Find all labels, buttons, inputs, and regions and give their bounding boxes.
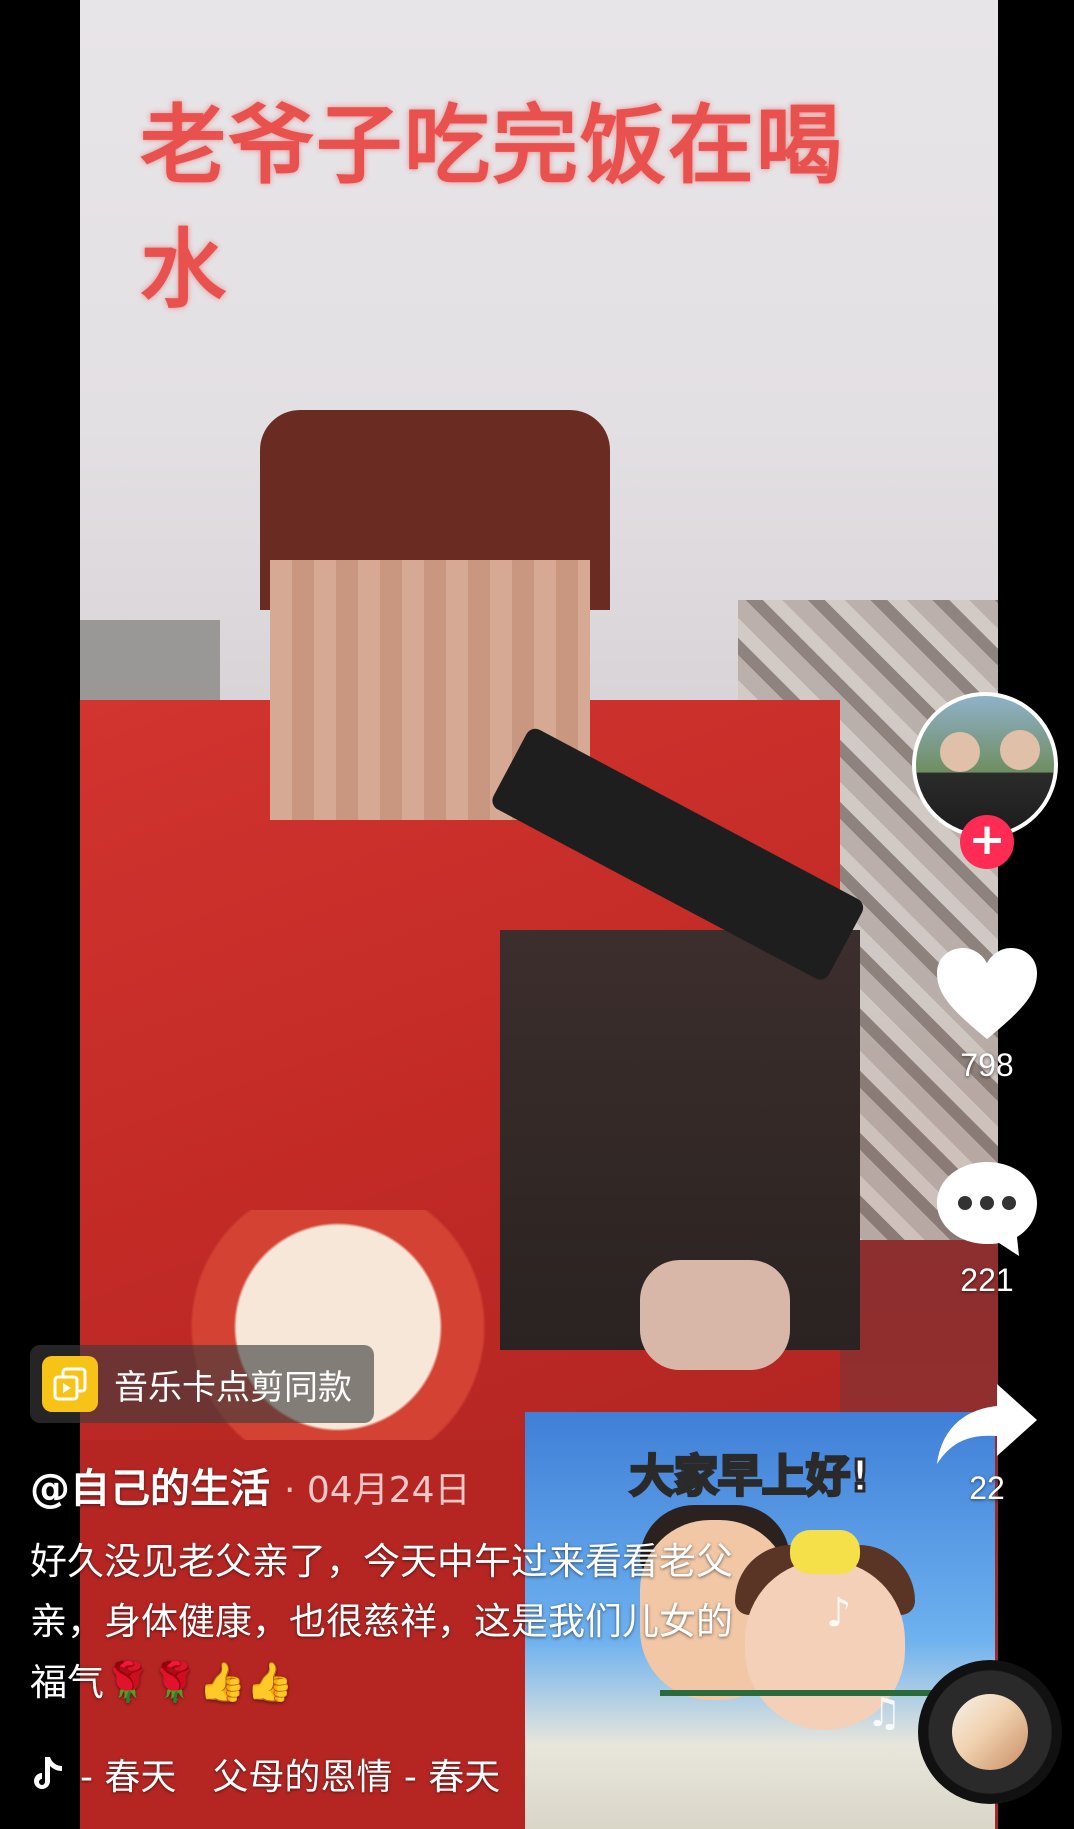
caption-emojis: 🌹🌹👍👍 [104,1660,294,1704]
avatar-person-2 [1000,730,1040,770]
share-button[interactable]: 22 [925,1380,1049,1507]
follow-button[interactable]: + [960,815,1014,869]
inset-girl-bow [790,1530,860,1574]
share-count: 22 [969,1470,1005,1506]
video-overlay-title: 老爷子吃完饭在喝水 [140,96,844,320]
template-chip-label: 音乐卡点剪同款 [114,1367,352,1408]
heart-icon [937,948,1037,1039]
share-icon [937,1384,1037,1464]
inset-title: 大家早上好! [628,1450,871,1504]
music-disc-button[interactable] [918,1660,1062,1804]
music-cover-art [952,1694,1028,1770]
music-note-icon: ♪ [826,1590,852,1636]
comment-button[interactable]: 221 [925,1158,1049,1299]
author-name[interactable]: @自己的生活 [30,1456,270,1514]
comment-count: 221 [960,1262,1014,1298]
author-line: @自己的生活 · 04月24日 [30,1456,471,1514]
video-person-hand [640,1260,790,1370]
like-button[interactable]: 798 [925,945,1049,1084]
tiktok-note-icon [34,1757,62,1789]
avatar-person-1 [940,732,980,772]
music-title: - 春天 父母的恩情 - 春天 [80,1757,501,1798]
play-copy-icon [53,1367,87,1401]
music-note-icon: ♫ [866,1690,902,1736]
comment-icon [937,1162,1037,1256]
post-date: · 04月24日 [284,1470,471,1511]
video-caption[interactable]: 好久没见老父亲了，今天中午过来看看老父亲，身体健康，也很慈祥，这是我们儿女的福气… [30,1532,760,1713]
music-line[interactable]: - 春天 父母的恩情 - 春天 [30,1748,500,1800]
template-icon [42,1356,98,1412]
template-chip[interactable]: 音乐卡点剪同款 [30,1345,374,1423]
like-count: 798 [960,1047,1014,1083]
